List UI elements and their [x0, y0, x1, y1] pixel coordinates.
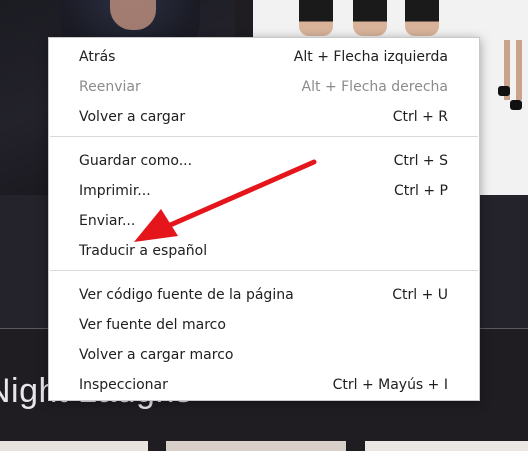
menu-item-label: Guardar como...: [79, 153, 193, 169]
background-thumbnail[interactable]: [166, 441, 346, 451]
menu-item-label: Traducir a español: [79, 243, 208, 259]
background-thumbnail[interactable]: [0, 441, 148, 451]
menu-item-send[interactable]: Enviar...: [49, 206, 479, 236]
menu-item-label: Enviar...: [79, 213, 136, 229]
menu-item-label: Volver a cargar marco: [79, 347, 234, 363]
menu-separator: [50, 136, 478, 137]
menu-item-inspect[interactable]: Inspeccionar Ctrl + Mayús + I: [49, 370, 479, 400]
menu-item-shortcut: Ctrl + U: [392, 287, 448, 303]
menu-item-label: Ver código fuente de la página: [79, 287, 294, 303]
menu-item-shortcut: Alt + Flecha derecha: [301, 79, 448, 95]
model-shoe: [498, 86, 510, 96]
menu-item-forward[interactable]: Reenviar Alt + Flecha derecha: [49, 72, 479, 102]
menu-item-back[interactable]: Atrás Alt + Flecha izquierda: [49, 42, 479, 72]
model-figure: [299, 0, 333, 36]
menu-item-translate[interactable]: Traducir a español: [49, 236, 479, 266]
model-figure: [353, 0, 387, 36]
menu-item-label: Reenviar: [79, 79, 141, 95]
menu-item-view-source[interactable]: Ver código fuente de la página Ctrl + U: [49, 280, 479, 310]
menu-item-shortcut: Ctrl + P: [394, 183, 448, 199]
menu-item-save-as[interactable]: Guardar como... Ctrl + S: [49, 146, 479, 176]
model-figure: [405, 0, 439, 36]
model-shoe: [510, 100, 522, 110]
menu-separator: [50, 270, 478, 271]
menu-item-shortcut: Alt + Flecha izquierda: [293, 49, 448, 65]
menu-item-label: Atrás: [79, 49, 116, 65]
context-menu: Atrás Alt + Flecha izquierda Reenviar Al…: [48, 37, 480, 401]
menu-item-shortcut: Ctrl + Mayús + I: [332, 377, 448, 393]
menu-item-reload[interactable]: Volver a cargar Ctrl + R: [49, 102, 479, 132]
background-thumbnail[interactable]: [365, 441, 528, 451]
menu-item-label: Ver fuente del marco: [79, 317, 226, 333]
menu-item-print[interactable]: Imprimir... Ctrl + P: [49, 176, 479, 206]
menu-item-view-frame-source[interactable]: Ver fuente del marco: [49, 310, 479, 340]
menu-item-shortcut: Ctrl + R: [392, 109, 448, 125]
menu-item-shortcut: Ctrl + S: [393, 153, 448, 169]
menu-item-label: Volver a cargar: [79, 109, 186, 125]
menu-item-label: Imprimir...: [79, 183, 151, 199]
menu-item-label: Inspeccionar: [79, 377, 168, 393]
menu-item-reload-frame[interactable]: Volver a cargar marco: [49, 340, 479, 370]
